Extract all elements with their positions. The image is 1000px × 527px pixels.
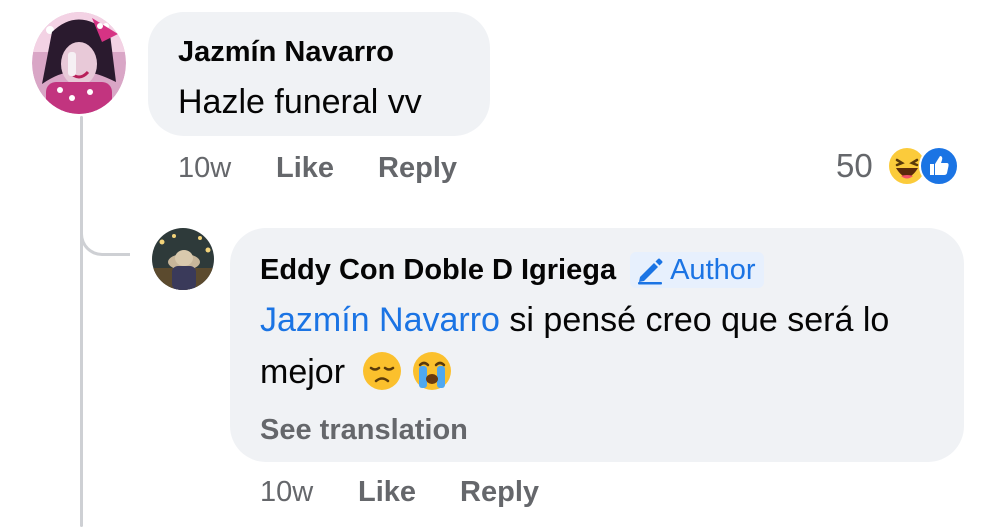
mention-link[interactable]: Jazmín Navarro bbox=[260, 301, 500, 339]
author-badge: Author bbox=[630, 252, 764, 288]
reply-text: Jazmín Navarro si pensé creo que será lo… bbox=[260, 294, 934, 398]
like-button[interactable]: Like bbox=[358, 476, 416, 509]
see-translation-link[interactable]: See translation bbox=[260, 412, 934, 448]
avatar[interactable] bbox=[152, 228, 214, 290]
avatar[interactable] bbox=[32, 12, 126, 114]
author-badge-label: Author bbox=[670, 254, 756, 286]
reply-timestamp[interactable]: 10w bbox=[260, 476, 358, 509]
comment-author-name[interactable]: Jazmín Navarro bbox=[178, 34, 394, 70]
reaction-summary[interactable]: 50 bbox=[836, 146, 959, 186]
pencil-icon bbox=[634, 255, 666, 285]
comment-actions: 10w Like Reply bbox=[178, 152, 501, 185]
crying-face-icon bbox=[412, 351, 452, 391]
disappointed-face-icon bbox=[362, 351, 402, 391]
reply-author-name[interactable]: Eddy Con Doble D Igriega bbox=[260, 252, 616, 288]
comment-timestamp[interactable]: 10w bbox=[178, 152, 276, 185]
like-button[interactable]: Like bbox=[276, 152, 334, 185]
reply-button[interactable]: Reply bbox=[378, 152, 457, 185]
reply-actions: 10w Like Reply bbox=[260, 476, 583, 509]
reply-header: Eddy Con Doble D Igriega Author bbox=[260, 252, 934, 288]
like-reaction-icon bbox=[918, 146, 959, 186]
comment-text: Hazle funeral vv bbox=[178, 83, 422, 121]
reply-connector-line bbox=[80, 200, 130, 256]
reply-button[interactable]: Reply bbox=[460, 476, 539, 509]
comment-bubble: Jazmín Navarro Hazle funeral vv bbox=[148, 12, 490, 136]
thread-line bbox=[80, 116, 83, 527]
reaction-count: 50 bbox=[836, 147, 873, 184]
reply-bubble: Eddy Con Doble D Igriega Author Jazmín N… bbox=[230, 228, 964, 462]
